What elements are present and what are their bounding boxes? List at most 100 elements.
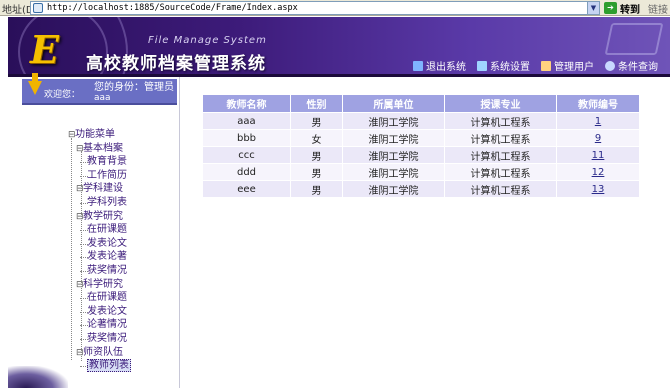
menu-label[interactable]: 在研课题	[87, 292, 127, 303]
menu-label[interactable]: 功能菜单	[75, 129, 115, 140]
menu-group[interactable]: ⊟师资队伍	[68, 346, 131, 360]
table-header-row: 教师名称 性别 所属单位 授课专业 教师编号	[202, 94, 640, 113]
nav-label: 退出系统	[426, 62, 466, 73]
menu-group[interactable]: ⊟学科建设	[68, 182, 131, 196]
arrow-down-icon	[28, 73, 42, 95]
menu-item[interactable]: 发表论文	[68, 305, 131, 319]
teacher-id-link[interactable]: 13	[592, 184, 605, 195]
table-row: ddd 男 淮阴工学院 计算机工程系 12	[202, 163, 640, 181]
cell-unit: 淮阴工学院	[342, 180, 445, 198]
welcome-text: 欢迎您：	[44, 90, 81, 100]
menu-item[interactable]: 工作简历	[68, 169, 131, 183]
teacher-id-link[interactable]: 9	[595, 133, 601, 144]
search-link[interactable]: 条件查询	[605, 58, 658, 73]
cell-id: 13	[556, 180, 640, 198]
teacher-id-link[interactable]: 1	[595, 116, 601, 127]
menu-label[interactable]: 基本档案	[83, 143, 123, 154]
menu-label[interactable]: 发表论文	[87, 238, 127, 249]
menu-label[interactable]: 获奖情况	[87, 265, 127, 276]
menu-group[interactable]: ⊟教学研究	[68, 210, 131, 224]
cell-gender: 男	[290, 180, 343, 198]
app-title: 高校教师档案管理系统	[86, 54, 266, 74]
header-unit: 所属单位	[342, 94, 445, 113]
menu-label[interactable]: 论著情况	[87, 319, 127, 330]
menu-item[interactable]: 在研课题	[68, 291, 131, 305]
address-bar: 地址(D) http://localhost:1885/SourceCode/F…	[0, 0, 670, 16]
menu-label[interactable]: 发表论文	[87, 306, 127, 317]
identity-text: 您的身份：管理员	[94, 82, 174, 93]
cell-id: 9	[556, 129, 640, 147]
username: aaa	[94, 93, 111, 103]
function-menu-tree: ⊟功能菜单 ⊟基本档案 教育背景 工作简历 ⊟学科建设 学科列表 ⊟教学研究 在研课题 发表论文…	[68, 128, 131, 373]
main-content: 教师名称 性别 所属单位 授课专业 教师编号 aaa 男 淮阴工学院 计算机工程…	[179, 77, 670, 388]
cell-unit: 淮阴工学院	[342, 129, 445, 147]
cell-gender: 男	[290, 163, 343, 181]
users-icon	[541, 60, 551, 71]
teacher-table: 教师名称 性别 所属单位 授课专业 教师编号 aaa 男 淮阴工学院 计算机工程…	[202, 94, 640, 198]
cell-unit: 淮阴工学院	[342, 112, 445, 130]
chevron-down-icon[interactable]: ▼	[587, 2, 599, 14]
url-input[interactable]: http://localhost:1885/SourceCode/Frame/I…	[30, 1, 600, 15]
menu-group[interactable]: ⊟基本档案	[68, 142, 131, 156]
table-row: ccc 男 淮阴工学院 计算机工程系 11	[202, 146, 640, 164]
cell-name: bbb	[202, 129, 291, 147]
menu-item[interactable]: 发表论文	[68, 237, 131, 251]
menu-label[interactable]: 教育背景	[87, 156, 127, 167]
menu-label[interactable]: 工作简历	[87, 170, 127, 181]
menu-label[interactable]: 学科列表	[87, 197, 127, 208]
go-button[interactable]: 转到	[620, 1, 640, 16]
header-teacher-id: 教师编号	[556, 94, 640, 113]
teacher-id-link[interactable]: 12	[592, 167, 605, 178]
top-nav: 退出系统 系统设置 管理用户 条件查询	[413, 58, 658, 73]
settings-icon	[477, 60, 487, 71]
table-row: aaa 男 淮阴工学院 计算机工程系 1	[202, 112, 640, 130]
welcome-label: 欢迎您：	[44, 87, 80, 100]
menu-item[interactable]: 学科列表	[68, 196, 131, 210]
cell-name: ddd	[202, 163, 291, 181]
menu-label[interactable]: 教学研究	[83, 211, 123, 222]
menu-item[interactable]: 发表论著	[68, 250, 131, 264]
menu-item[interactable]: 论著情况	[68, 318, 131, 332]
cell-major: 计算机工程系	[444, 146, 557, 164]
menu-group[interactable]: ⊟科学研究	[68, 278, 131, 292]
cell-major: 计算机工程系	[444, 112, 557, 130]
cell-id: 12	[556, 163, 640, 181]
logout-icon	[413, 60, 423, 71]
menu-label[interactable]: 学科建设	[83, 183, 123, 194]
menu-label[interactable]: 在研课题	[87, 224, 127, 235]
menu-label[interactable]: 获奖情况	[87, 333, 127, 344]
logout-link[interactable]: 退出系统	[413, 58, 466, 73]
menu-item[interactable]: 教育背景	[68, 155, 131, 169]
menu-item[interactable]: 在研课题	[68, 223, 131, 237]
logo-icon: E	[30, 27, 59, 72]
go-arrow-icon[interactable]: ➔	[604, 2, 617, 14]
cell-major: 计算机工程系	[444, 129, 557, 147]
cell-unit: 淮阴工学院	[342, 163, 445, 181]
teacher-id-link[interactable]: 11	[592, 150, 605, 161]
nav-label: 管理用户	[554, 62, 594, 73]
cell-major: 计算机工程系	[444, 180, 557, 198]
url-text[interactable]: http://localhost:1885/SourceCode/Frame/I…	[47, 2, 298, 14]
cell-name: eee	[202, 180, 291, 198]
menu-label[interactable]: 发表论著	[87, 251, 127, 262]
menu-label[interactable]: 教师列表	[87, 359, 131, 373]
sidebar-decoration	[8, 366, 68, 388]
cell-id: 11	[556, 146, 640, 164]
cell-major: 计算机工程系	[444, 163, 557, 181]
menu-item[interactable]: 获奖情况	[68, 332, 131, 346]
cell-name: aaa	[202, 112, 291, 130]
settings-link[interactable]: 系统设置	[477, 58, 530, 73]
nav-label: 系统设置	[490, 62, 530, 73]
menu-item[interactable]: 教师列表	[68, 359, 131, 373]
cell-id: 1	[556, 112, 640, 130]
manage-users-link[interactable]: 管理用户	[541, 58, 594, 73]
menu-item[interactable]: 获奖情况	[68, 264, 131, 278]
menu-label[interactable]: 师资队伍	[83, 347, 123, 358]
menu-group[interactable]: ⊟功能菜单	[68, 128, 131, 142]
tree-connector	[80, 366, 88, 368]
links-button[interactable]: 链接	[648, 1, 668, 16]
header-major: 授课专业	[444, 94, 557, 113]
banner-subtitle: File Manage System	[148, 35, 267, 46]
menu-label[interactable]: 科学研究	[83, 279, 123, 290]
search-icon	[605, 60, 615, 71]
